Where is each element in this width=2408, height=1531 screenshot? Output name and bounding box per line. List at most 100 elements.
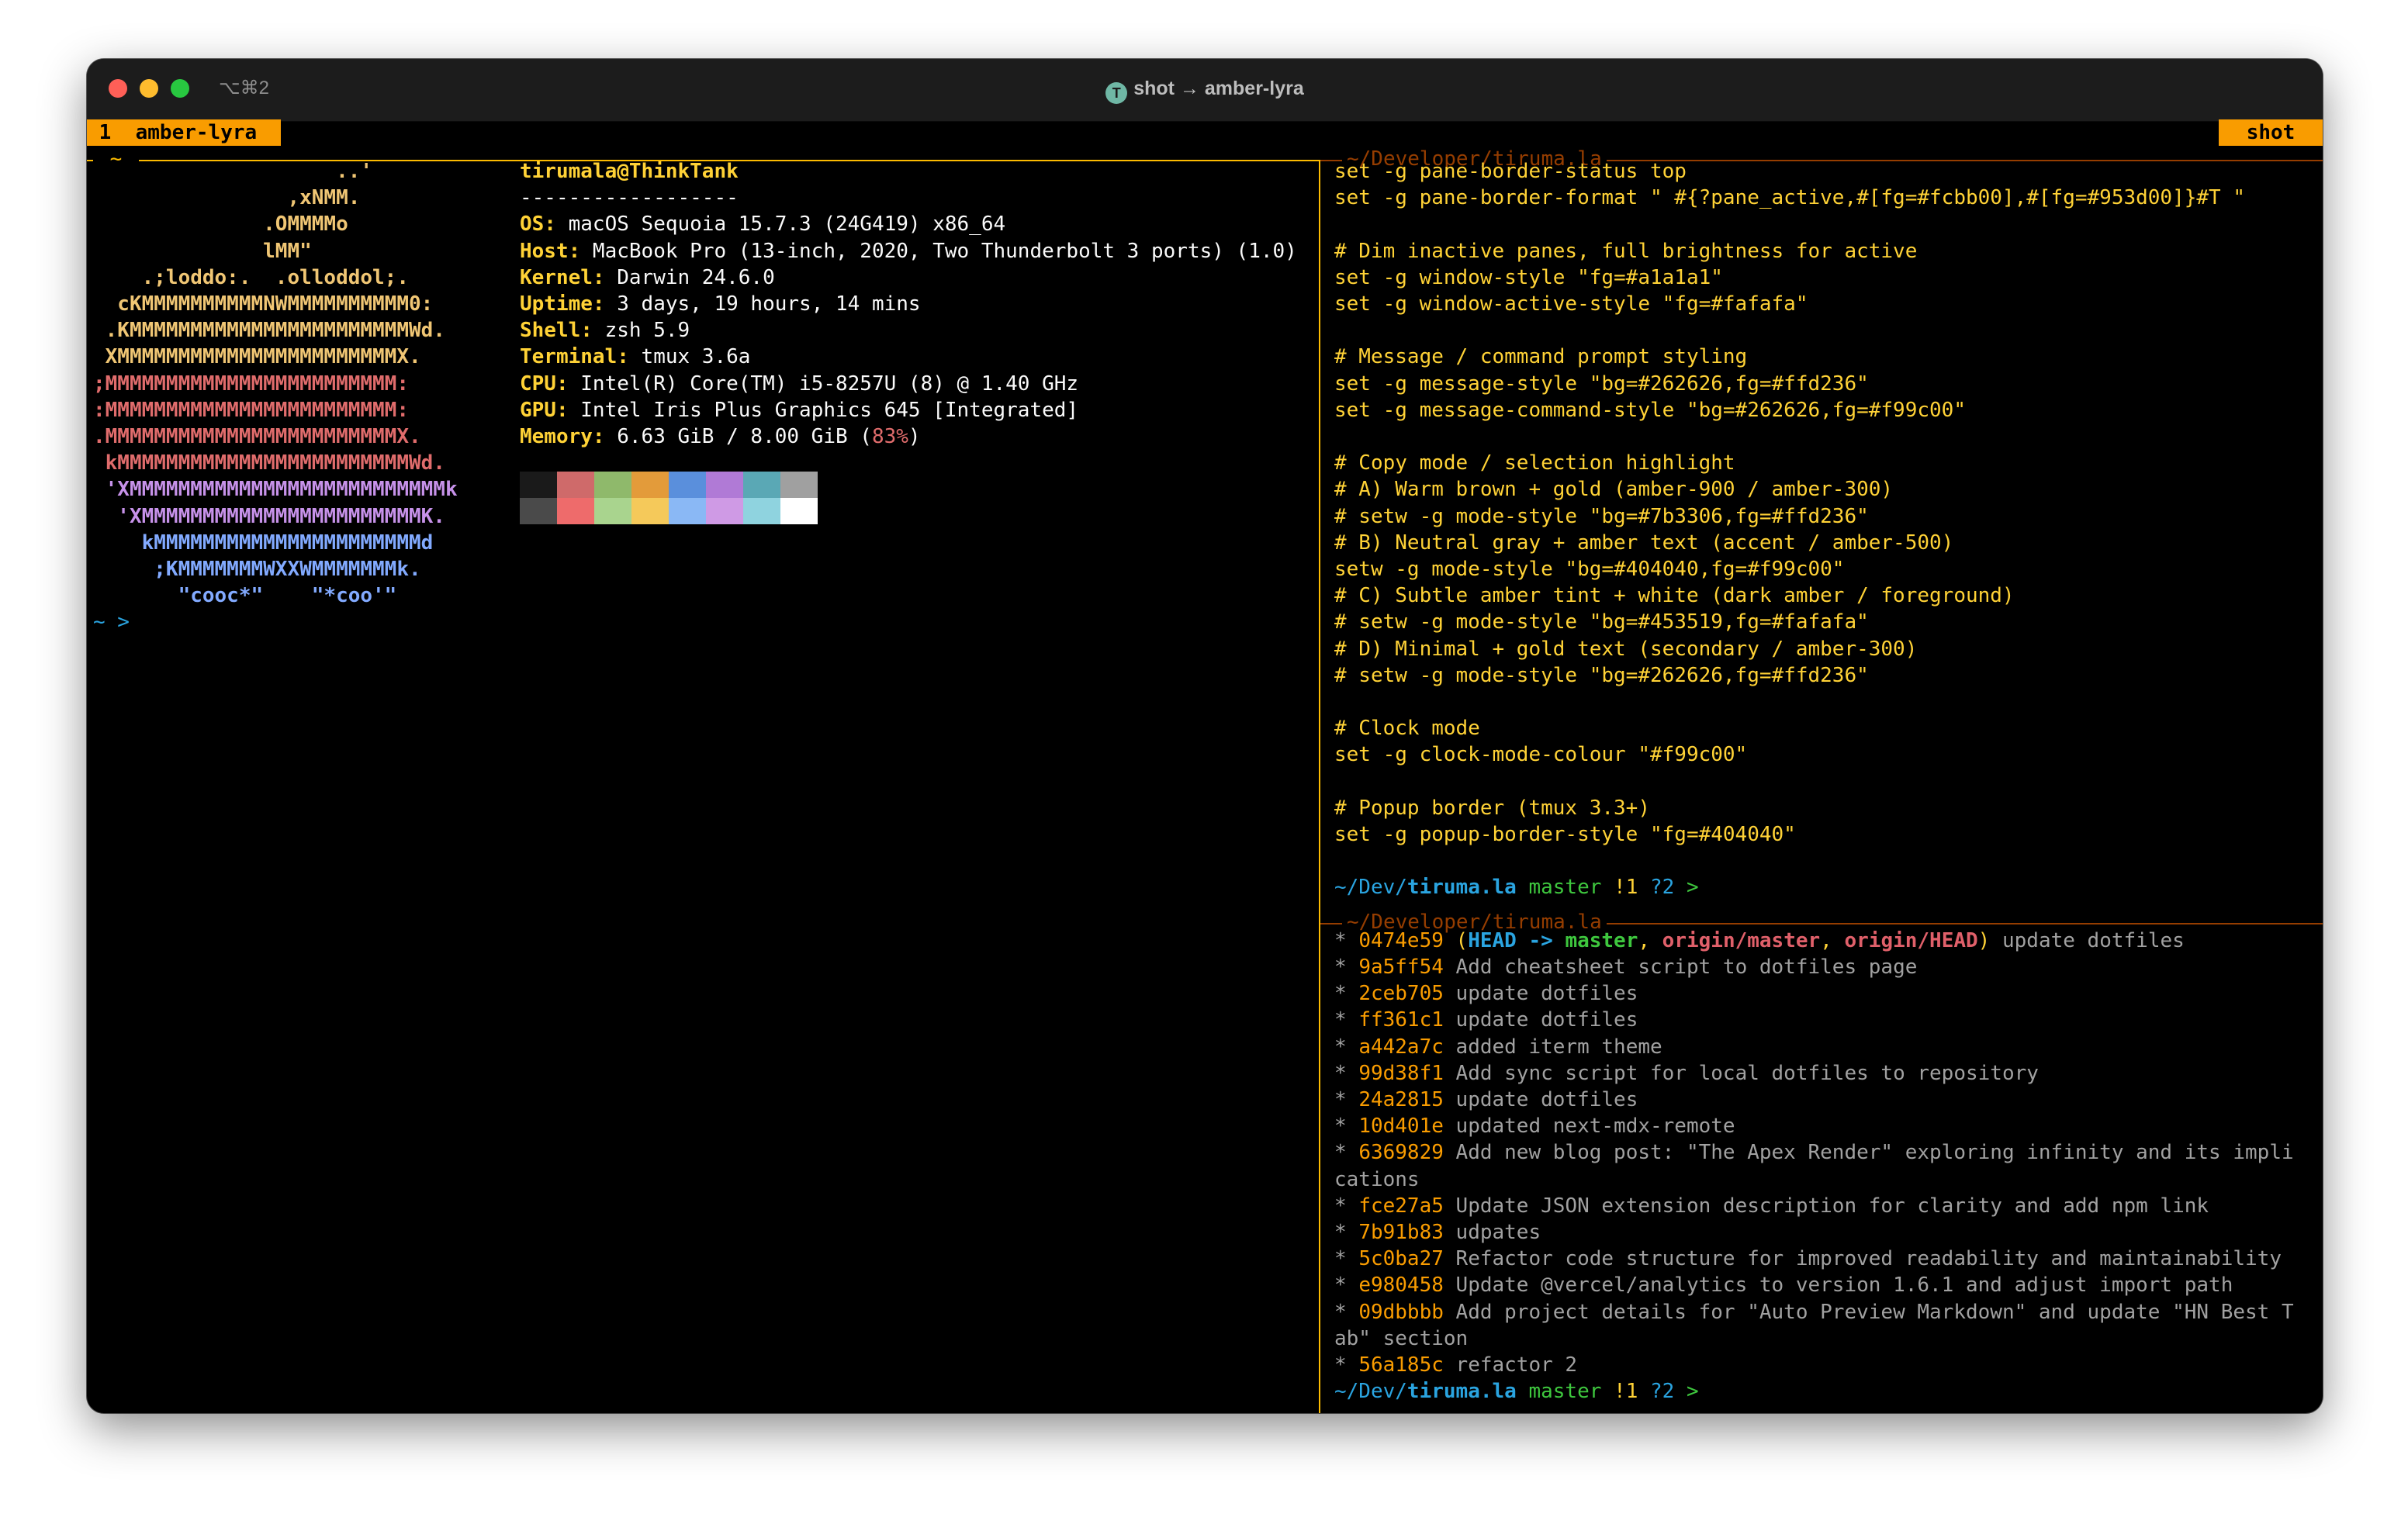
prompt-arrow: > bbox=[1674, 876, 1699, 900]
right-bottom-shell-prompt[interactable]: ~/Dev/tiruma.la master !1 ?2 > bbox=[1334, 1378, 1699, 1405]
commit-message: Update JSON extension description for cl… bbox=[1443, 1194, 2209, 1218]
commit-hash: 5c0ba27 bbox=[1358, 1247, 1444, 1271]
git-log-entry: * 56a185c refactor 2 bbox=[1334, 1352, 1577, 1378]
git-graph-node: * bbox=[1334, 1194, 1359, 1218]
commit-ref: ( bbox=[1455, 928, 1469, 952]
git-log-entry: * 24a2815 update dotfiles bbox=[1334, 1087, 1638, 1113]
fetch-info-value: Darwin 24.6.0 bbox=[604, 265, 775, 289]
commit-ref: ) bbox=[1977, 928, 1991, 952]
ascii-logo-line: lMM" bbox=[93, 239, 312, 263]
git-log-entry: * 9a5ff54 Add cheatsheet script to dotfi… bbox=[1334, 954, 1917, 980]
ascii-logo-line: ..' bbox=[93, 160, 373, 183]
config-line: # D) Minimal + gold text (secondary / am… bbox=[1334, 637, 1918, 661]
commit-message: update dotfiles bbox=[1443, 982, 1638, 1006]
ascii-logo-line: .MMMMMMMMMMMMMMMMMMMMMMMMX. bbox=[93, 425, 421, 448]
commit-message: Add new blog post: "The Apex Render" exp… bbox=[1443, 1141, 2294, 1165]
config-line: set -g window-style "fg=#a1a1a1" bbox=[1334, 265, 1723, 289]
commit-message: refactor 2 bbox=[1443, 1353, 1578, 1377]
fetch-info-value: 6.63 GiB / 8.00 GiB ( bbox=[604, 425, 872, 448]
palette-swatch bbox=[557, 498, 594, 525]
config-line: # Message / command prompt styling bbox=[1334, 345, 1748, 369]
config-line: # setw -g mode-style "bg=#262626,fg=#ffd… bbox=[1334, 663, 1869, 687]
fetch-info-key: Terminal: bbox=[520, 345, 629, 369]
git-graph-node: * bbox=[1334, 982, 1359, 1006]
git-log-entry: * 99d38f1 Add sync script for local dotf… bbox=[1334, 1060, 2039, 1087]
config-line: # A) Warm brown + gold (amber-900 / ambe… bbox=[1334, 478, 1894, 502]
commit-hash: 0474e59 bbox=[1358, 928, 1444, 952]
prompt-arrow: > bbox=[1674, 1380, 1699, 1404]
commit-hash: 10d401e bbox=[1358, 1115, 1444, 1139]
prompt-git-untracked: ?2 bbox=[1638, 876, 1675, 900]
config-line: # setw -g mode-style "bg=#7b3306,fg=#ffd… bbox=[1334, 504, 1869, 528]
commit-message: Refactor code structure for improved rea… bbox=[1443, 1247, 2282, 1271]
fetch-info-value: tmux 3.6a bbox=[628, 345, 751, 369]
fetch-info-value: MacBook Pro (13-inch, 2020, Two Thunderb… bbox=[580, 239, 1297, 263]
git-graph-node: * bbox=[1334, 1353, 1359, 1377]
git-log-entry: * fce27a5 Update JSON extension descript… bbox=[1334, 1193, 2209, 1219]
config-line: set -g pane-border-status top bbox=[1334, 160, 1687, 183]
window-name: amber-lyra bbox=[135, 121, 258, 144]
right-top-shell-prompt[interactable]: ~/Dev/tiruma.la master !1 ?2 > bbox=[1334, 874, 1699, 900]
fetch-user-host: tirumala@ThinkTank bbox=[520, 160, 739, 183]
palette-swatch bbox=[706, 498, 743, 525]
git-graph-node: * bbox=[1334, 956, 1359, 979]
config-line: set -g clock-mode-colour "#f99c00" bbox=[1334, 743, 1748, 767]
commit-message: added iterm theme bbox=[1443, 1035, 1662, 1059]
commit-hash: a442a7c bbox=[1358, 1035, 1444, 1059]
commit-message: Add cheatsheet script to dotfiles page bbox=[1443, 956, 1918, 979]
palette-swatch bbox=[594, 472, 631, 499]
fetch-info-value: macOS Sequoia 15.7.3 (24G419) x86_64 bbox=[555, 213, 1006, 237]
commit-hash: 09dbbbb bbox=[1358, 1300, 1444, 1324]
window-index: 1 bbox=[99, 121, 112, 144]
prompt-dir-name: tiruma.la bbox=[1406, 876, 1517, 900]
prompt-dir-prefix: ~/Dev/ bbox=[1334, 876, 1407, 900]
commit-ref: master bbox=[1565, 928, 1638, 952]
fetch-info-key: Memory: bbox=[520, 425, 605, 448]
prompt-dir-prefix: ~/Dev/ bbox=[1334, 1380, 1407, 1404]
git-graph-node: * bbox=[1334, 1035, 1359, 1059]
config-line: setw -g mode-style "bg=#404040,fg=#f99c0… bbox=[1334, 558, 1845, 581]
commit-hash: 2ceb705 bbox=[1358, 982, 1444, 1006]
title-bar[interactable]: ⌥⌘2 Tshot → amber-lyra bbox=[87, 59, 2323, 122]
fetch-info-key: Kernel: bbox=[520, 265, 605, 289]
commit-ref: , bbox=[1820, 928, 1845, 952]
git-graph-node: * bbox=[1334, 1300, 1359, 1324]
commit-ref: , bbox=[1638, 928, 1662, 952]
git-graph-node: * bbox=[1334, 1247, 1359, 1271]
fetch-info-line: OS: macOS Sequoia 15.7.3 (24G419) x86_64 bbox=[520, 211, 1005, 237]
commit-message: udpates bbox=[1443, 1221, 1541, 1244]
git-log-entry: * ff361c1 update dotfiles bbox=[1334, 1007, 1638, 1033]
window-title: Tshot → amber-lyra bbox=[87, 74, 2323, 104]
prompt-git-branch: master bbox=[1516, 1380, 1602, 1404]
palette-swatch bbox=[780, 498, 818, 525]
fetch-info-key: Uptime: bbox=[520, 292, 605, 316]
ascii-logo-line: kMMMMMMMMMMMMMMMMMMMMMMMMWd. bbox=[93, 451, 445, 475]
fetch-info-tail: ) bbox=[908, 425, 921, 448]
config-line: # setw -g mode-style "bg=#453519,fg=#faf… bbox=[1334, 610, 1869, 634]
commit-hash: fce27a5 bbox=[1358, 1194, 1444, 1218]
git-graph-node: * bbox=[1334, 1221, 1359, 1244]
git-graph-node: * bbox=[1334, 1008, 1359, 1032]
tmux-icon: T bbox=[1105, 82, 1128, 104]
config-line: # Copy mode / selection highlight bbox=[1334, 451, 1735, 475]
commit-hash: e980458 bbox=[1358, 1274, 1444, 1298]
commit-ref: origin/master bbox=[1662, 928, 1821, 952]
git-log-entry: * e980458 Update @vercel/analytics to ve… bbox=[1334, 1272, 2233, 1298]
config-line: # Popup border (tmux 3.3+) bbox=[1334, 796, 1650, 820]
config-line: # B) Neutral gray + amber text (accent /… bbox=[1334, 530, 1954, 555]
tmux-window-tab[interactable]: 1 amber-lyra bbox=[87, 119, 281, 146]
fetch-info-line: Terminal: tmux 3.6a bbox=[520, 344, 750, 370]
commit-ref: HEAD -> bbox=[1468, 928, 1566, 952]
git-log-entry: * a442a7c added iterm theme bbox=[1334, 1034, 1662, 1060]
git-log-entry: * 10d401e updated next-mdx-remote bbox=[1334, 1113, 1735, 1139]
fetch-info-value: Intel Iris Plus Graphics 645 [Integrated… bbox=[568, 398, 1079, 422]
prompt-dir-name: tiruma.la bbox=[1406, 1380, 1517, 1404]
commit-hash: 56a185c bbox=[1358, 1353, 1444, 1377]
ascii-logo-line: ;MMMMMMMMMMMMMMMMMMMMMMMM: bbox=[93, 372, 409, 396]
fetch-info-key: Host: bbox=[520, 239, 581, 263]
ascii-logo-line: ,xNMM. bbox=[93, 186, 361, 210]
ascii-logo-line: ;KMMMMMMMWXXWMMMMMMMk. bbox=[93, 558, 421, 581]
left-shell-prompt[interactable]: ~ > bbox=[93, 609, 130, 635]
fetch-info-key: CPU: bbox=[520, 372, 569, 396]
